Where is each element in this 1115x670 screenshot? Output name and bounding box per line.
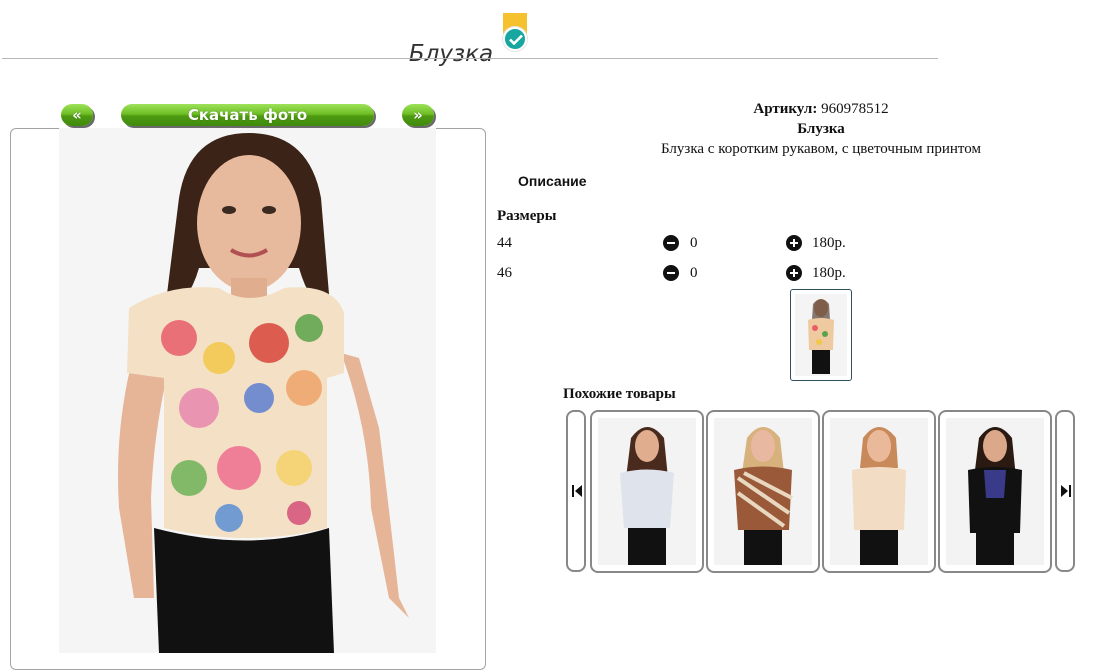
prev-photo-button[interactable]: « — [61, 104, 93, 126]
sizes-heading: Размеры — [497, 208, 557, 224]
similar-item-card[interactable] — [590, 410, 704, 573]
next-photo-button[interactable]: » — [402, 104, 434, 126]
check-badge-icon — [501, 13, 529, 53]
carousel-prev-button[interactable] — [566, 410, 586, 572]
main-product-photo[interactable] — [59, 128, 436, 653]
product-name: Блузка — [797, 121, 845, 137]
similar-item-card[interactable] — [938, 410, 1052, 573]
size-value: 44 — [497, 235, 512, 251]
similar-item-image — [830, 418, 928, 565]
similar-item-image — [598, 418, 696, 565]
price-value: 180р. — [812, 265, 846, 281]
quantity-value: 0 — [690, 265, 698, 281]
skip-back-icon — [572, 485, 582, 497]
similar-item-image — [714, 418, 812, 565]
product-description: Блузка с коротким рукавом, с цветочным п… — [661, 141, 981, 157]
similar-item-card[interactable] — [706, 410, 820, 573]
minus-circle-icon[interactable] — [663, 235, 679, 251]
plus-circle-icon[interactable] — [786, 265, 802, 281]
carousel-next-button[interactable] — [1055, 410, 1075, 572]
sku-line: Артикул: 960978512 — [560, 101, 1082, 118]
sku-value: 960978512 — [821, 101, 889, 117]
similar-heading: Похожие товары — [563, 386, 676, 402]
similar-item-card[interactable] — [822, 410, 936, 573]
page-title-row: Блузка — [0, 13, 938, 67]
similar-item-image — [946, 418, 1044, 565]
quantity-value: 0 — [690, 235, 698, 251]
product-thumbnail[interactable] — [790, 289, 852, 381]
size-row: 44 0 180р. — [497, 235, 897, 255]
skip-forward-icon — [1061, 485, 1071, 497]
description-tab[interactable]: Описание — [518, 173, 587, 189]
minus-circle-icon[interactable] — [663, 265, 679, 281]
plus-circle-icon[interactable] — [786, 235, 802, 251]
sku-label: Артикул: — [753, 101, 818, 117]
size-value: 46 — [497, 265, 512, 281]
title-divider — [2, 58, 938, 59]
page-title: Блузка — [408, 41, 494, 67]
price-value: 180р. — [812, 235, 846, 251]
size-row: 46 0 180р. — [497, 265, 897, 285]
download-photo-button[interactable]: Скачать фото — [121, 104, 374, 126]
